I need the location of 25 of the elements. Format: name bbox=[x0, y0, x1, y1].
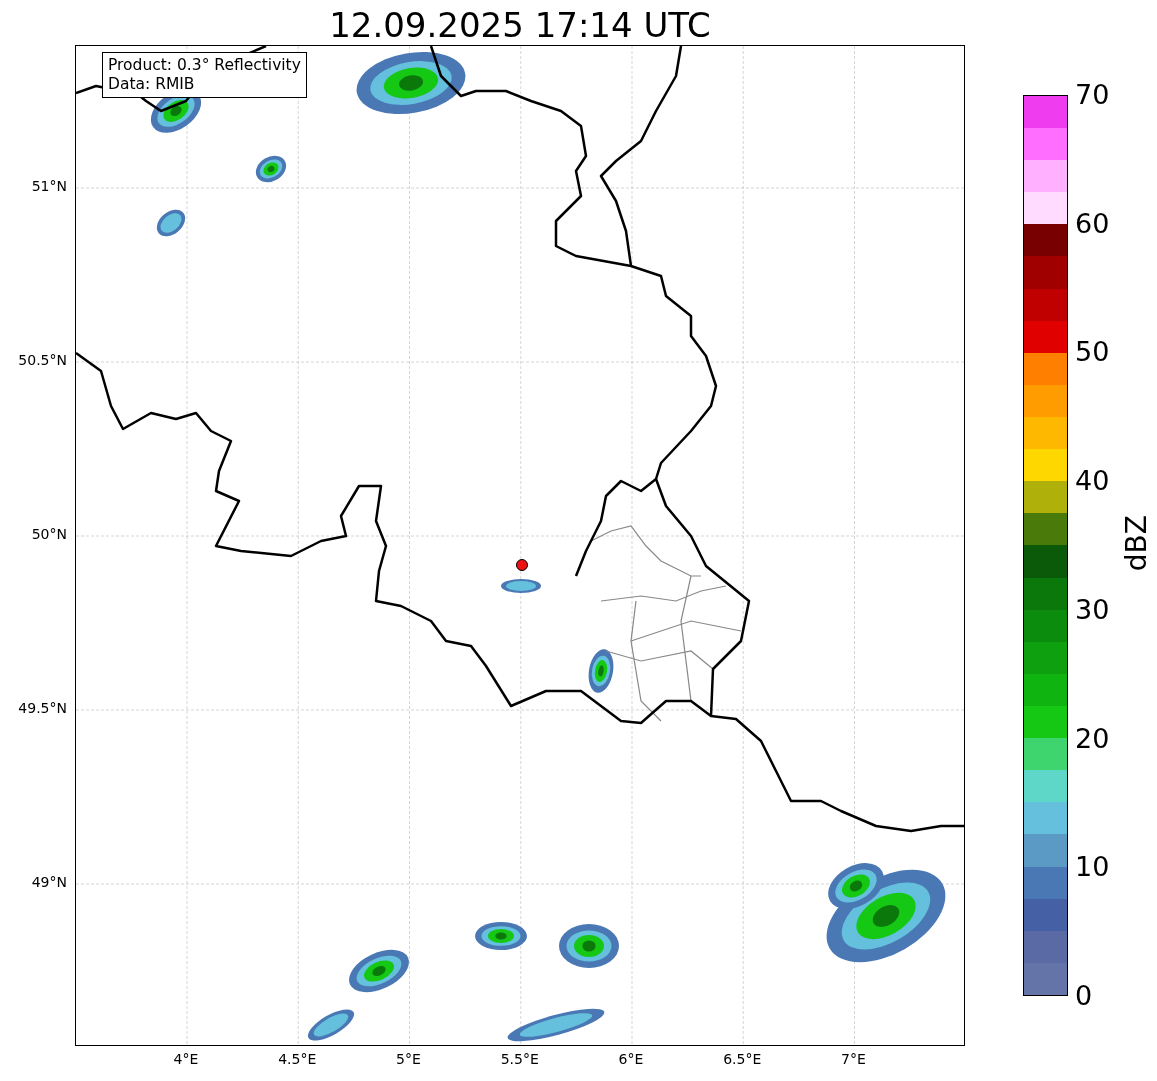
latitude-label: 50°N bbox=[31, 526, 67, 542]
longitude-label: 5.5°E bbox=[500, 1051, 539, 1067]
scale-tick-label: 0 bbox=[1075, 981, 1093, 1011]
scale-unit-label: dBZ bbox=[1120, 515, 1153, 572]
radar-site-marker bbox=[516, 559, 528, 571]
scale-tick-label: 30 bbox=[1075, 594, 1110, 625]
latitude-label: 49°N bbox=[31, 874, 67, 890]
scale-tick-label: 60 bbox=[1075, 208, 1110, 239]
longitude-label: 6°E bbox=[618, 1051, 644, 1067]
scale-tick-label: 40 bbox=[1075, 466, 1110, 497]
longitude-label: 6.5°E bbox=[723, 1051, 762, 1067]
scale-tick-label: 10 bbox=[1075, 852, 1110, 883]
scale-tick-label: 70 bbox=[1075, 80, 1110, 110]
latitude-label: 49.5°N bbox=[18, 700, 67, 716]
longitude-label: 7°E bbox=[841, 1051, 866, 1067]
longitude-label: 4.5°E bbox=[278, 1051, 317, 1067]
longitude-label: 4°E bbox=[173, 1051, 199, 1067]
info-text: Data: RMIB bbox=[108, 75, 196, 94]
chart-title: 12.09.2025 17:14 UTC bbox=[329, 5, 711, 45]
scale-tick-label: 50 bbox=[1075, 337, 1110, 368]
latitude-label: 50.5°N bbox=[18, 352, 67, 368]
latitude-label: 51°N bbox=[31, 178, 67, 194]
scale-tick-label: 20 bbox=[1075, 723, 1110, 754]
info-text: Product: 0.3° Reflectivity bbox=[108, 56, 301, 75]
longitude-label: 5°E bbox=[396, 1051, 421, 1067]
